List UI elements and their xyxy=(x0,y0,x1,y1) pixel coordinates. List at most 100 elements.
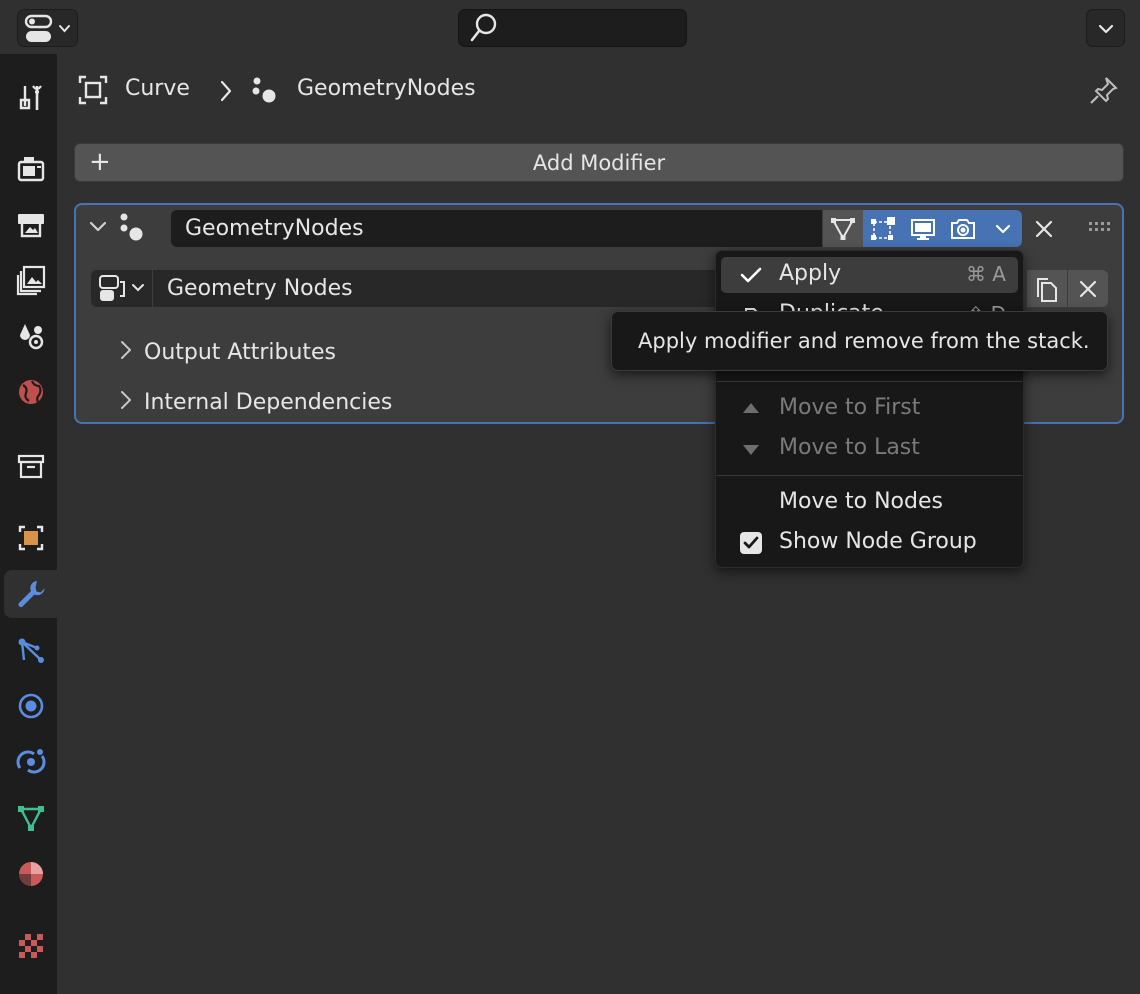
edit-mode-toggle[interactable] xyxy=(823,210,863,247)
tab-tool[interactable] xyxy=(4,74,57,122)
render-toggle[interactable] xyxy=(943,210,983,247)
triangle-up-icon xyxy=(743,403,759,413)
tab-constraints[interactable] xyxy=(4,738,57,786)
subpanel-label: Internal Dependencies xyxy=(144,390,393,415)
duplicate-node-group-button[interactable] xyxy=(1027,270,1067,307)
chevron-right-icon xyxy=(220,80,232,102)
menu-item-label: Move to Nodes xyxy=(779,489,943,514)
menu-item-move-to-nodes[interactable]: Move to Nodes xyxy=(721,485,1018,521)
tooltip-text: Apply modifier and remove from the stack… xyxy=(638,329,1090,353)
constraints-icon xyxy=(16,749,45,774)
node-group-name-field[interactable]: Geometry Nodes xyxy=(153,270,728,307)
header-menu-button[interactable] xyxy=(1086,9,1125,47)
close-icon[interactable] xyxy=(1031,216,1057,242)
tab-object[interactable] xyxy=(4,514,57,562)
tab-view-layer[interactable] xyxy=(4,256,57,304)
menu-item-label: Apply xyxy=(779,261,842,286)
duplicate-icon xyxy=(1037,277,1057,302)
world-icon xyxy=(18,380,43,404)
pin-icon[interactable] xyxy=(1088,74,1120,106)
modifier-extra-dropdown[interactable] xyxy=(983,210,1022,247)
physics-icon xyxy=(18,693,43,719)
menu-item-label: Duplicate xyxy=(779,301,884,311)
menu-item-label: Move to Last xyxy=(779,435,920,460)
node-tree-icon xyxy=(99,275,144,301)
particles-icon xyxy=(18,638,44,663)
tool-icon xyxy=(19,85,42,110)
output-icon xyxy=(17,214,44,238)
subpanel-internal-dependencies[interactable]: Internal Dependencies xyxy=(117,387,392,415)
tab-texture[interactable] xyxy=(4,922,57,970)
texture-icon xyxy=(18,934,43,958)
tab-output[interactable] xyxy=(4,200,57,248)
checkbox-icon xyxy=(740,532,762,554)
modifier-extra-menu: Apply ⌘ A Duplicate ⇧ D Move to First Mo… xyxy=(715,250,1024,568)
tab-render[interactable] xyxy=(4,144,57,192)
viewport-toggle[interactable] xyxy=(903,210,943,247)
curve-data-icon xyxy=(17,806,44,831)
tab-collection[interactable] xyxy=(4,442,57,490)
collection-icon xyxy=(17,454,44,479)
on-cage-toggle[interactable] xyxy=(863,210,903,247)
tab-particles[interactable] xyxy=(4,626,57,674)
menu-item-apply[interactable]: Apply ⌘ A xyxy=(721,257,1018,293)
modifier-name-text: GeometryNodes xyxy=(185,216,364,241)
drag-handle-icon[interactable] xyxy=(1088,220,1114,234)
tab-scene[interactable] xyxy=(4,312,57,360)
subpanel-label: Output Attributes xyxy=(144,340,337,365)
tab-material[interactable] xyxy=(4,850,57,898)
menu-item-duplicate[interactable]: Duplicate ⇧ D xyxy=(721,297,1018,311)
menu-item-move-to-first[interactable]: Move to First xyxy=(721,391,1018,427)
geometry-nodes-icon xyxy=(120,213,143,241)
chevron-right-icon xyxy=(121,341,131,359)
on-cage-icon xyxy=(871,216,895,240)
add-modifier-label: Add Modifier xyxy=(532,151,666,175)
tab-physics[interactable] xyxy=(4,682,57,730)
close-icon xyxy=(1079,280,1097,297)
material-icon xyxy=(18,862,43,886)
modifier-name-field[interactable]: GeometryNodes xyxy=(171,210,822,247)
camera-icon xyxy=(951,218,975,239)
node-group-browse-button[interactable] xyxy=(91,270,152,307)
subpanel-output-attributes[interactable]: Output Attributes xyxy=(117,337,336,365)
view-layer-icon xyxy=(16,265,45,296)
search-icon xyxy=(470,13,497,42)
scene-icon xyxy=(19,324,43,350)
add-modifier-button[interactable]: + Add Modifier xyxy=(74,143,1124,182)
menu-item-label: Show Node Group xyxy=(779,529,977,554)
tab-modifiers[interactable] xyxy=(4,570,57,618)
object-icon xyxy=(18,525,43,551)
menu-item-show-node-group[interactable]: Show Node Group xyxy=(721,525,1018,561)
monitor-icon xyxy=(911,218,935,240)
chevron-down-icon xyxy=(995,224,1010,233)
tab-data[interactable] xyxy=(4,794,57,842)
duplicate-icon xyxy=(745,308,758,311)
menu-item-label: Move to First xyxy=(779,395,921,420)
breadcrumb-modifier: GeometryNodes xyxy=(297,76,476,101)
chevron-down-icon xyxy=(1098,24,1114,34)
menu-separator xyxy=(717,475,1022,476)
properties-tab-bar xyxy=(0,54,57,994)
breadcrumb-object: Curve xyxy=(125,76,190,101)
render-icon xyxy=(17,157,44,182)
properties-header xyxy=(0,0,1140,54)
object-icon xyxy=(78,75,108,105)
chevron-right-icon xyxy=(121,391,131,409)
search-input[interactable] xyxy=(458,9,687,47)
triangle-down-icon xyxy=(743,445,759,455)
menu-item-shortcut: ⌘ A xyxy=(965,262,1006,286)
unlink-node-group-button[interactable] xyxy=(1068,270,1108,307)
apply-tooltip: Apply modifier and remove from the stack… xyxy=(611,311,1108,371)
geometry-nodes-icon xyxy=(252,77,276,103)
menu-separator xyxy=(717,381,1022,382)
edit-mode-icon xyxy=(831,217,855,240)
editor-type-button[interactable] xyxy=(17,9,78,47)
checkmark-icon xyxy=(740,267,762,283)
wrench-icon xyxy=(17,581,44,607)
menu-item-move-to-last[interactable]: Move to Last xyxy=(721,431,1018,467)
chevron-down-icon[interactable] xyxy=(86,215,110,239)
properties-editor-icon xyxy=(24,14,70,42)
tab-world[interactable] xyxy=(4,368,57,416)
menu-item-shortcut: ⇧ D xyxy=(967,302,1006,311)
node-group-name-text: Geometry Nodes xyxy=(167,276,353,301)
